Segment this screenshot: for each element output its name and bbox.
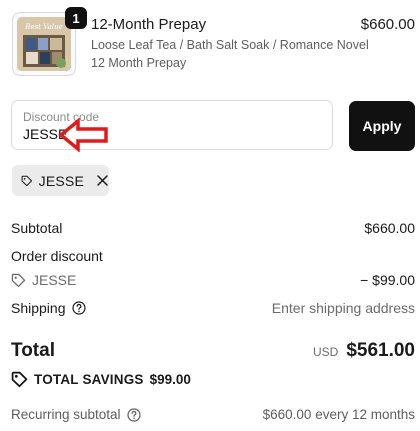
recurring-subtotal-value: $660.00 every 12 months — [262, 407, 415, 422]
gift-box-image: Best Value — [17, 17, 71, 71]
total-label: Total — [11, 340, 55, 361]
annotation-arrow-icon — [58, 118, 108, 152]
product-price: $660.00 — [360, 16, 415, 33]
total-savings-value: $99.00 — [149, 372, 191, 387]
product-image: Best Value — [17, 17, 71, 71]
recurring-subtotal-row: Recurring subtotal — [11, 407, 141, 422]
tag-icon — [11, 273, 26, 287]
tag-icon — [21, 175, 33, 186]
total-savings: TOTAL SAVINGS $99.00 — [11, 371, 191, 388]
help-circle-icon[interactable] — [71, 301, 86, 315]
recurring-help-button[interactable] — [126, 407, 141, 422]
subtotal-value: $660.00 — [364, 220, 415, 236]
product-variant: Loose Leaf Tea / Bath Salt Soak / Romanc… — [91, 38, 369, 52]
total-value: $561.00 — [346, 340, 415, 361]
apply-button[interactable]: Apply — [349, 101, 415, 151]
total-savings-label: TOTAL SAVINGS — [34, 372, 144, 387]
recurring-subtotal-label: Recurring subtotal — [11, 407, 121, 422]
tag-icon — [11, 371, 28, 388]
shipping-row: Shipping — [11, 300, 86, 316]
chip-code-label: JESSE — [38, 172, 84, 189]
order-discount-code-label: JESSE — [32, 272, 77, 288]
close-icon[interactable] — [96, 174, 109, 187]
currency-code: USD — [312, 345, 339, 359]
product-plan: 12 Month Prepay — [91, 56, 187, 70]
order-discount-label: Order discount — [11, 248, 103, 264]
total-amount: USD $561.00 — [313, 340, 415, 362]
help-circle-icon[interactable] — [126, 407, 141, 422]
product-thumbnail: Best Value 1 — [12, 7, 87, 76]
order-discount-code: JESSE — [11, 272, 76, 288]
order-discount-value: − $99.00 — [360, 272, 415, 288]
shipping-label: Shipping — [11, 300, 66, 316]
thumbnail-text: Best Value — [24, 23, 62, 31]
quantity-badge: 1 — [65, 7, 87, 29]
applied-discount-chip: JESSE — [12, 165, 109, 196]
subtotal-label: Subtotal — [11, 220, 63, 236]
shipping-help-button[interactable] — [71, 301, 86, 315]
remove-discount-button[interactable] — [96, 174, 109, 187]
shipping-value: Enter shipping address — [271, 300, 415, 316]
product-title: 12-Month Prepay — [91, 16, 207, 33]
